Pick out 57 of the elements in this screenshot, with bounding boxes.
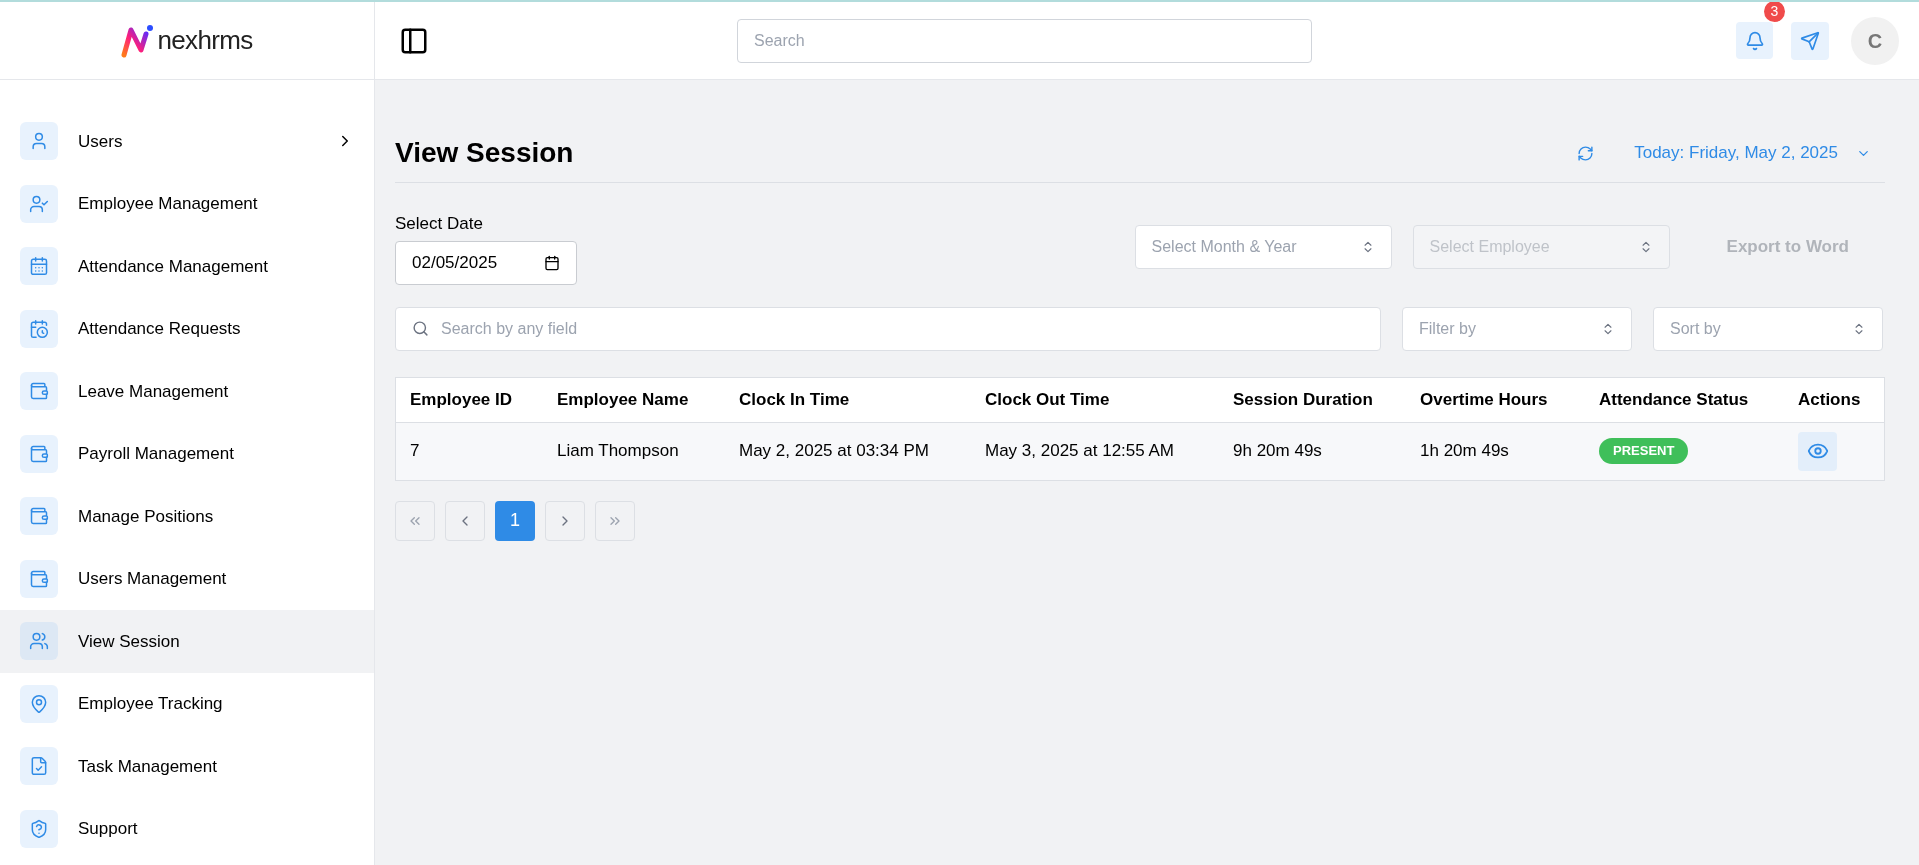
sidebar-label: View Session	[78, 630, 181, 653]
status-badge: PRESENT	[1599, 438, 1689, 464]
sidebar-label: Payroll Management	[78, 443, 235, 465]
column-header: Clock In Time	[739, 389, 850, 409]
notification-badge: 3	[1764, 2, 1785, 22]
column-header: Clock Out Time	[985, 389, 1110, 409]
calendar-icon	[544, 254, 560, 271]
user-icon	[29, 131, 49, 152]
sidebar-label: Support	[78, 818, 139, 840]
sidebar-label: Users	[78, 130, 124, 153]
page-title: View Session	[395, 136, 574, 170]
table-cell: 9h 20m 49s	[1233, 441, 1322, 461]
notifications-button[interactable]	[1736, 22, 1773, 59]
column-header: Session Duration	[1233, 389, 1373, 409]
table-cell: 7	[410, 441, 420, 461]
sidebar-item[interactable]: View Session	[0, 610, 374, 673]
send-button[interactable]	[1791, 21, 1829, 60]
table-cell: May 3, 2025 at 12:55 AM	[985, 441, 1174, 461]
sidebar-label: Attendance Requests	[78, 318, 242, 340]
calendar-clock-icon	[29, 318, 49, 339]
sidebar-label: Users Management	[78, 568, 228, 590]
wallet-icon	[29, 381, 49, 402]
table-cell: 1h 20m 49s	[1420, 441, 1509, 461]
column-header: Overtime Hours	[1420, 389, 1548, 409]
wallet-icon	[29, 443, 49, 464]
search-icon	[412, 320, 429, 337]
wallet-icon	[29, 568, 49, 589]
page-button[interactable]: 1	[495, 500, 535, 541]
column-header: Actions	[1798, 389, 1861, 409]
wallet-icon	[29, 506, 49, 527]
shield-question-icon	[29, 818, 49, 839]
date-field[interactable]: 02/05/2025	[395, 240, 577, 285]
sidebar-label: Attendance Management	[78, 255, 269, 278]
sidebar-label: Leave Management	[78, 380, 230, 403]
user-check-icon	[29, 193, 49, 214]
table-cell: May 2, 2025 at 03:34 PM	[739, 441, 929, 461]
users-icon	[29, 631, 49, 652]
sidebar-label: Employee Management	[78, 193, 259, 215]
column-header: Employee Name	[557, 389, 689, 409]
table-cell: Liam Thompson	[557, 441, 679, 461]
field-label: Select Date	[395, 213, 484, 235]
file-check-icon	[29, 756, 49, 777]
calendar-icon	[29, 256, 49, 277]
avatar[interactable]: C	[1851, 16, 1899, 65]
view-button[interactable]	[1798, 431, 1837, 471]
refresh-icon[interactable]	[1577, 144, 1595, 162]
brand-name: nexhrms	[157, 24, 253, 57]
column-header: Employee ID	[410, 389, 513, 409]
sidebar-label: Manage Positions	[78, 505, 215, 528]
sidebar-label: Employee Tracking	[78, 693, 224, 715]
sidebar-label: Task Management	[78, 755, 218, 778]
map-pin-icon	[29, 693, 49, 714]
search-field[interactable]: Search	[737, 18, 1312, 63]
column-header: Attendance Status	[1599, 389, 1749, 409]
bell-icon	[1744, 30, 1765, 51]
send-icon	[1800, 30, 1820, 51]
logo-icon	[121, 23, 156, 58]
